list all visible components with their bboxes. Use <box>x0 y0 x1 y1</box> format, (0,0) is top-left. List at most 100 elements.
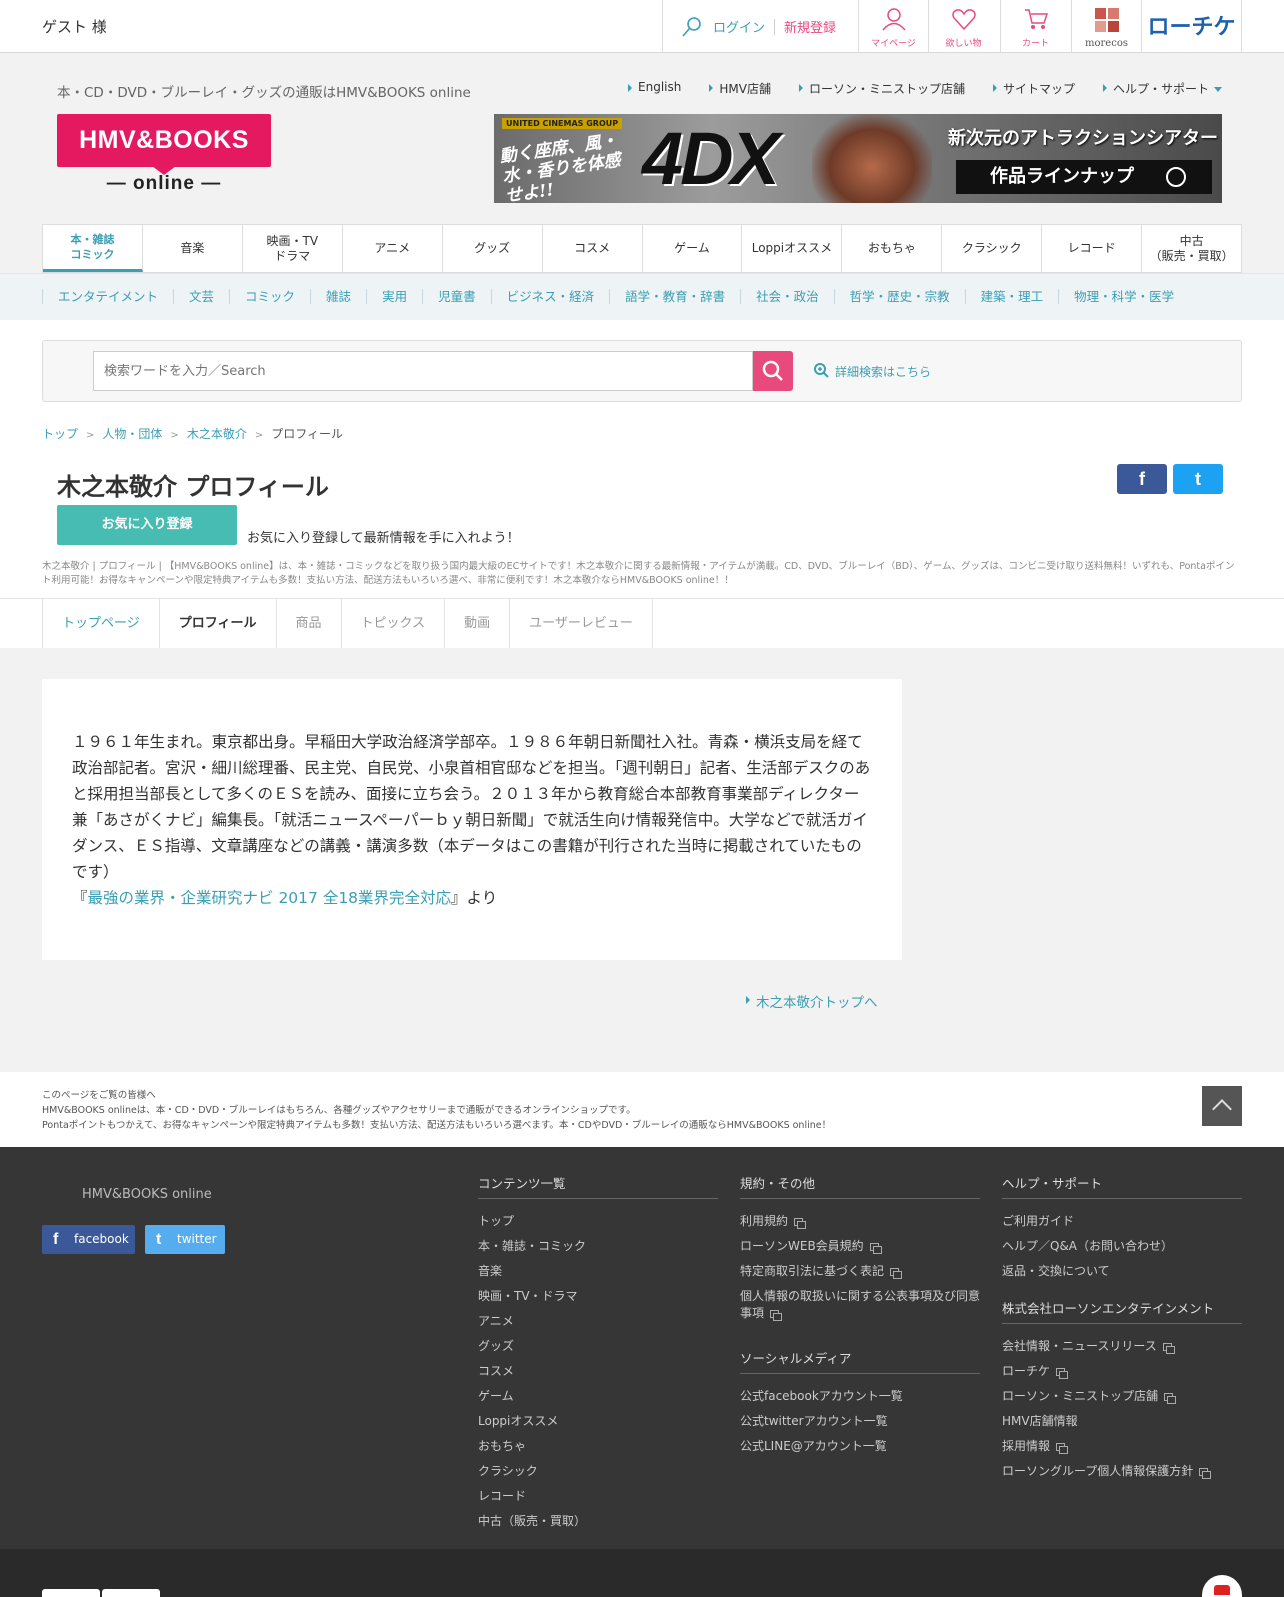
footer-link[interactable]: ゲーム <box>478 1384 718 1409</box>
nav-anime[interactable]: アニメ <box>343 225 443 272</box>
subnav-item[interactable]: 哲学・歴史・宗教 <box>833 289 965 304</box>
lchike-logo: ローチケ <box>1147 14 1236 39</box>
breadcrumb-artist[interactable]: 木之本敬介 <box>187 427 247 441</box>
footer: HMV&BOOKS online f facebook t twitter コンテン… <box>0 1147 1284 1549</box>
subnav-item[interactable]: 実用 <box>366 289 422 304</box>
search-input[interactable] <box>93 351 753 391</box>
footer-facebook-button[interactable]: f facebook <box>42 1225 135 1254</box>
nav-game[interactable]: ゲーム <box>643 225 743 272</box>
breadcrumb-people[interactable]: 人物・団体 <box>102 427 162 441</box>
morecos-logo-icon <box>1094 8 1119 32</box>
tab-top-page[interactable]: トップページ <box>43 599 160 649</box>
subnav-item[interactable]: 物理・科学・医学 <box>1058 289 1189 304</box>
footer-link[interactable]: コスメ <box>478 1359 718 1384</box>
arrow-circle-icon <box>1166 167 1186 187</box>
nav-loppi[interactable]: Loppiオススメ <box>742 225 843 272</box>
footer-link[interactable]: 映画・TV・ドラマ <box>478 1284 718 1309</box>
search-button[interactable] <box>753 351 793 391</box>
subnav-item[interactable]: 建築・理工 <box>964 289 1059 304</box>
nav-goods[interactable]: グッズ <box>443 225 543 272</box>
search-icon <box>762 360 783 381</box>
nav-classic[interactable]: クラシック <box>942 225 1043 272</box>
footer-link[interactable]: 採用情報 <box>1002 1434 1242 1459</box>
footer-link[interactable]: 特定商取引法に基づく表記 <box>740 1259 980 1284</box>
subnav-item[interactable]: コミック <box>229 289 310 304</box>
footer-link[interactable]: ご利用ガイド <box>1002 1209 1242 1234</box>
link-help-support[interactable]: ヘルプ・サポート <box>1102 80 1222 97</box>
link-english[interactable]: English <box>628 80 681 97</box>
footer-badge <box>42 1589 100 1597</box>
mypage-button[interactable]: マイページ <box>858 0 928 53</box>
profile-text: １９６１年生まれ。東京都出身。早稲田大学政治経済学部卒。１９８６年朝日新聞社入社… <box>72 733 871 881</box>
footer-link[interactable]: 公式LINE@アカウント一覧 <box>740 1434 980 1459</box>
cart-button[interactable]: カート <box>1000 0 1070 53</box>
footer-col-contents: コンテンツ一覧 トップ 本・雑誌・コミック 音楽 映画・TV・ドラマ アニメ グ… <box>478 1173 718 1534</box>
link-hmv-stores[interactable]: HMV店舗 <box>709 80 771 97</box>
lchike-link[interactable]: ローチケ <box>1141 0 1242 53</box>
footer-link[interactable]: Loppiオススメ <box>478 1409 718 1434</box>
footer-link[interactable]: アニメ <box>478 1309 718 1334</box>
login-link[interactable]: ログイン <box>713 17 765 36</box>
footer-link[interactable]: ヘルプ／Q&A（お問い合わせ） <box>1002 1234 1242 1259</box>
footer-link[interactable]: おもちゃ <box>478 1434 718 1459</box>
footer-link[interactable]: 公式facebookアカウント一覧 <box>740 1384 980 1409</box>
promo-banner[interactable]: UNITED CINEMAS GROUP 動く座席、風・水・香りを体感せよ!! … <box>494 114 1222 203</box>
footer-col-title: 規約・その他 <box>740 1173 980 1199</box>
subnav-item[interactable]: 語学・教育・辞書 <box>609 289 740 304</box>
footer-link[interactable]: ローソンWEB会員規約 <box>740 1234 980 1259</box>
nav-movies-tv[interactable]: 映画・TV ドラマ <box>243 225 343 272</box>
footer-link[interactable]: 個人情報の取扱いに関する公表事項及び同意事項 <box>740 1288 980 1322</box>
nav-music[interactable]: 音楽 <box>143 225 243 272</box>
subnav-item[interactable]: ビジネス・経済 <box>490 289 610 304</box>
artist-top-link[interactable]: 木之本敬介トップへ <box>746 991 878 1011</box>
footer-link[interactable]: レコード <box>478 1484 718 1509</box>
favorite-button[interactable]: お気に入り登録 <box>57 505 237 545</box>
advanced-search-link[interactable]: 詳細検索はこちら <box>813 363 931 380</box>
nav-books[interactable]: 本・雑誌 コミック <box>43 225 143 272</box>
site-logo[interactable]: HMV&BOOKS — online — <box>57 114 271 196</box>
nav-cosme[interactable]: コスメ <box>543 225 643 272</box>
breadcrumb-top[interactable]: トップ <box>42 427 78 441</box>
footer-link[interactable]: トップ <box>478 1209 718 1234</box>
nav-used[interactable]: 中古 （販売・買取） <box>1142 225 1241 272</box>
page-top-button[interactable] <box>1202 1086 1242 1126</box>
footer-twitter-button[interactable]: t twitter <box>145 1225 225 1254</box>
cart-label: カート <box>1021 39 1049 49</box>
footer-link[interactable]: 返品・交換について <box>1002 1259 1242 1284</box>
subnav-item[interactable]: 社会・政治 <box>740 289 834 304</box>
subnav-item[interactable]: エンタテイメント <box>42 289 173 304</box>
footer-link[interactable]: 公式twitterアカウント一覧 <box>740 1409 980 1434</box>
facebook-share-button[interactable]: f <box>1117 464 1167 494</box>
footer-link[interactable]: 音楽 <box>478 1259 718 1284</box>
link-lawson-stores[interactable]: ローソン・ミニストップ店舗 <box>798 80 965 97</box>
footer-link[interactable]: ローチケ <box>1002 1359 1242 1384</box>
footer-link[interactable]: ローソン・ミニストップ店舗 <box>1002 1384 1242 1409</box>
footer-link[interactable]: 本・雑誌・コミック <box>478 1234 718 1259</box>
footer-link[interactable]: 利用規約 <box>740 1209 980 1234</box>
footer-link[interactable]: 会社情報・ニュースリリース <box>1002 1334 1242 1359</box>
tab-profile[interactable]: プロフィール <box>160 599 277 649</box>
morecos-label: morecos <box>1085 38 1128 49</box>
heart-icon <box>951 9 976 31</box>
twitter-share-button[interactable]: t <box>1173 464 1223 494</box>
footer-link[interactable]: クラシック <box>478 1459 718 1484</box>
link-sitemap[interactable]: サイトマップ <box>992 80 1075 97</box>
wishlist-button[interactable]: 欲しい物 <box>928 0 998 53</box>
footer-col-help: ヘルプ・サポート ご利用ガイド ヘルプ／Q&A（お問い合わせ） 返品・交換につい… <box>1002 1173 1242 1484</box>
nav-toys[interactable]: おもちゃ <box>842 225 943 272</box>
source-book-link[interactable]: 最強の業界・企業研究ナビ 2017 全18業界完全対応 <box>88 889 452 907</box>
subnav-item[interactable]: 雑誌 <box>310 289 366 304</box>
nav-records[interactable]: レコード <box>1042 225 1143 272</box>
banner-brand: 4DX <box>642 117 780 200</box>
footer-link[interactable]: 中古（販売・買取） <box>478 1509 718 1534</box>
footer-link[interactable]: グッズ <box>478 1334 718 1359</box>
utility-links: English HMV店舗 ローソン・ミニストップ店舗 サイトマップ ヘルプ・サ… <box>600 80 1222 97</box>
morecos-link[interactable]: morecos <box>1071 0 1141 53</box>
tab-products: 商品 <box>277 599 342 649</box>
signup-link[interactable]: 新規登録 <box>784 17 836 36</box>
guest-name: ゲスト 様 <box>42 18 107 36</box>
footer-link[interactable]: HMV店舗情報 <box>1002 1409 1242 1434</box>
subnav-item[interactable]: 児童書 <box>422 289 491 304</box>
footer-link[interactable]: ローソングループ個人情報保護方針 <box>1002 1459 1242 1484</box>
subnav-item[interactable]: 文芸 <box>173 289 229 304</box>
